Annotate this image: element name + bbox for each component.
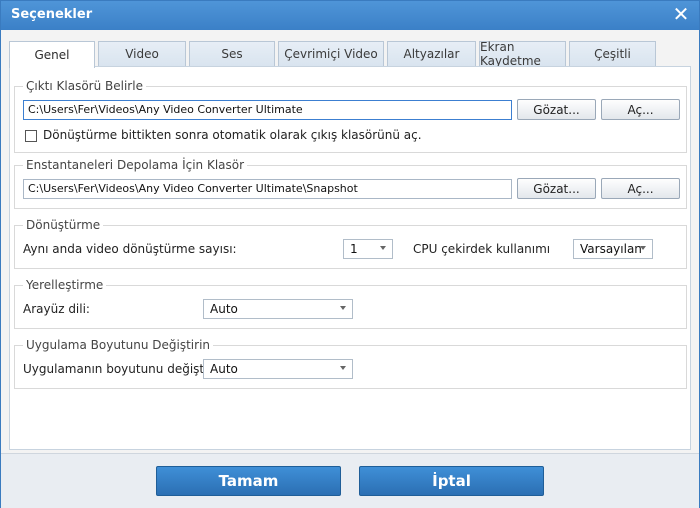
snapshot-browse-button[interactable]: Gözat... xyxy=(517,178,596,199)
auto-open-checkbox[interactable] xyxy=(25,130,37,142)
snapshot-open-button[interactable]: Aç... xyxy=(601,178,680,199)
resize-title: Uygulama Boyutunu Değiştirin xyxy=(23,338,214,352)
snapshot-folder-input[interactable]: C:\Users\Fer\Videos\Any Video Converter … xyxy=(23,179,512,199)
tab-online-video[interactable]: Çevrimiçi Video xyxy=(278,41,384,66)
output-open-button[interactable]: Aç... xyxy=(601,99,680,120)
concurrent-select[interactable]: 1 xyxy=(343,239,393,259)
ok-button[interactable]: Tamam xyxy=(156,466,341,496)
language-label: Arayüz dili: xyxy=(23,302,90,316)
tab-screen-recording[interactable]: Ekran Kaydetme xyxy=(479,40,566,68)
cpu-value: Varsayılan xyxy=(580,242,642,256)
resize-group: Uygulama Boyutunu Değiştirin Uygulamanın… xyxy=(14,338,687,389)
chevron-down-icon xyxy=(340,306,346,310)
conversion-group: Dönüştürme Aynı anda video dönüştürme sa… xyxy=(14,218,687,269)
window-title: Seçenekler xyxy=(11,7,93,22)
output-folder-input[interactable]: C:\Users\Fer\Videos\Any Video Converter … xyxy=(23,100,512,120)
title-bar: Seçenekler ✕ xyxy=(1,1,699,30)
chevron-down-icon xyxy=(640,246,646,250)
cancel-button[interactable]: İptal xyxy=(359,466,544,496)
cpu-select[interactable]: Varsayılan xyxy=(573,239,653,259)
output-browse-button[interactable]: Gözat... xyxy=(517,99,596,120)
language-value: Auto xyxy=(210,302,238,316)
language-select[interactable]: Auto xyxy=(203,299,353,319)
tab-misc[interactable]: Çeşitli xyxy=(569,41,656,66)
conversion-title: Dönüştürme xyxy=(23,218,104,232)
localization-title: Yerelleştirme xyxy=(23,278,107,292)
close-icon[interactable]: ✕ xyxy=(671,2,691,26)
tab-content-general: Çıktı Klasörü Belirle C:\Users\Fer\Video… xyxy=(9,66,691,450)
auto-open-label: Dönüştürme bittikten sonra otomatik olar… xyxy=(43,128,422,142)
resize-value: Auto xyxy=(210,362,238,376)
resize-label: Uygulamanın boyutunu değiştirin: xyxy=(23,362,228,376)
tab-subtitles[interactable]: Altyazılar xyxy=(387,41,476,66)
options-window: Seçenekler ✕ Genel Video Ses Çevrimiçi V… xyxy=(0,0,700,508)
localization-group: Yerelleştirme Arayüz dili: Auto xyxy=(14,278,687,329)
cpu-label: CPU çekirdek kullanımı xyxy=(413,242,551,256)
chevron-down-icon xyxy=(380,246,386,250)
concurrent-label: Aynı anda video dönüştürme sayısı: xyxy=(23,242,237,256)
tab-general[interactable]: Genel xyxy=(9,41,95,68)
tab-video[interactable]: Video xyxy=(98,41,186,66)
resize-select[interactable]: Auto xyxy=(203,359,353,379)
chevron-down-icon xyxy=(340,366,346,370)
snapshot-folder-title: Enstantaneleri Depolama İçin Klasör xyxy=(23,158,248,172)
dialog-footer: Tamam İptal xyxy=(1,453,699,508)
snapshot-folder-group: Enstantaneleri Depolama İçin Klasör C:\U… xyxy=(14,158,687,209)
output-folder-title: Çıktı Klasörü Belirle xyxy=(23,79,146,93)
tab-audio[interactable]: Ses xyxy=(189,41,275,66)
concurrent-value: 1 xyxy=(350,242,358,256)
output-folder-group: Çıktı Klasörü Belirle C:\Users\Fer\Video… xyxy=(14,79,687,153)
